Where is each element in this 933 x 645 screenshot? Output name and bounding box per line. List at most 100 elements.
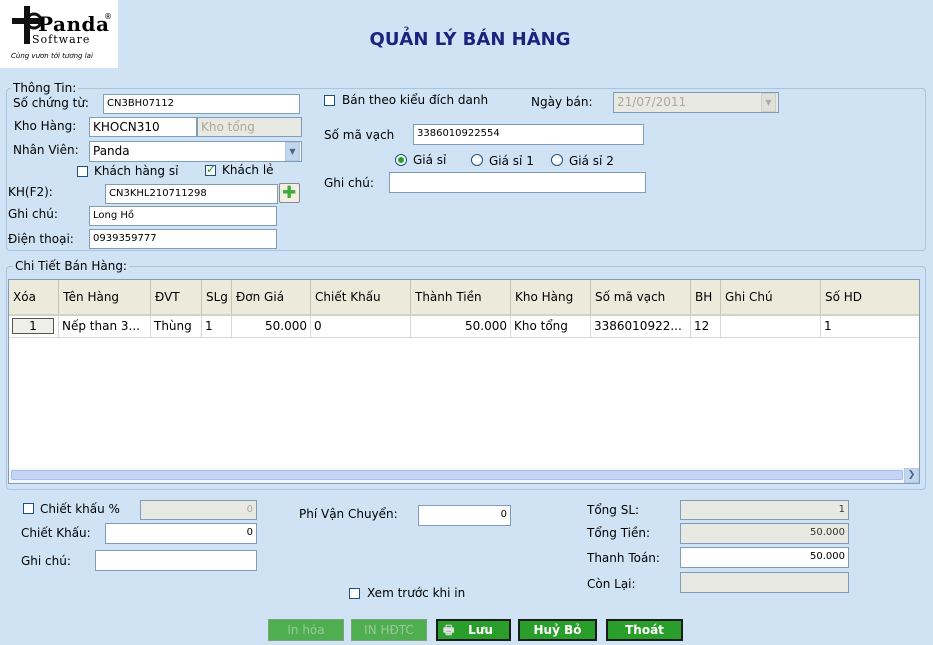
col-slg[interactable]: SLg: [202, 280, 232, 314]
ghi-chu-label: Ghi chú:: [8, 207, 58, 221]
so-ma-vach-field[interactable]: 3386010922554: [413, 124, 644, 145]
cell-chiet-khau[interactable]: 0: [311, 316, 411, 337]
thanh-toan-field[interactable]: 50.000: [680, 547, 849, 568]
grid-header: Xóa Tên Hàng ĐVT SLg Đơn Giá Chiết Khấu …: [9, 280, 919, 316]
xem-truoc-checkbox[interactable]: [349, 588, 360, 599]
radio-selected-dot: [398, 157, 404, 163]
kh-field[interactable]: CN3KHL210711298: [105, 184, 278, 204]
detail-legend: Chi Tiết Bán Hàng:: [13, 259, 129, 273]
in-hdtc-button: IN HĐTC: [351, 619, 427, 641]
gia-si-2-label: Giá sỉ 2: [569, 154, 614, 168]
col-ghi-chu[interactable]: Ghi Chú: [721, 280, 821, 314]
cell-dvt[interactable]: Thùng: [151, 316, 202, 337]
ghi-chu2-field[interactable]: [389, 172, 646, 193]
col-don-gia[interactable]: Đơn Giá: [232, 280, 311, 314]
col-so-hd[interactable]: Số HD: [821, 280, 919, 314]
cell-kho-hang[interactable]: Kho tổng: [511, 316, 591, 337]
plus-icon: ✚: [282, 183, 297, 203]
save-button-label: Lưu: [468, 623, 493, 637]
ngay-ban-field: 21/07/2011: [613, 92, 779, 113]
scrollbar-thumb[interactable]: [11, 470, 903, 480]
col-thanh-tien[interactable]: Thành Tiền: [411, 280, 511, 314]
khach-le-label: Khách lẻ: [222, 163, 274, 177]
cell-ghi-chu[interactable]: [721, 316, 821, 337]
kh-label: KH(F2):: [8, 185, 53, 199]
so-chung-tu-label: Số chứng từ:: [13, 96, 89, 110]
con-lai-label: Còn Lại:: [587, 577, 636, 591]
printer-icon: 🖶: [443, 623, 455, 637]
cell-xoa: 1: [9, 316, 59, 337]
cell-don-gia[interactable]: 50.000: [232, 316, 311, 337]
cell-so-ma-vach[interactable]: 3386010922...: [591, 316, 691, 337]
kho-hang-name-field: Kho tổng: [197, 117, 302, 137]
tong-sl-label: Tổng SL:: [587, 503, 640, 517]
ban-theo-checkbox[interactable]: [324, 95, 335, 106]
footer-ghi-chu-field[interactable]: [95, 550, 257, 571]
chiet-khau-pct-field: 0: [140, 500, 257, 520]
delete-row-button[interactable]: 1: [12, 318, 54, 334]
col-chiet-khau[interactable]: Chiết Khấu: [311, 280, 411, 314]
dien-thoai-label: Điện thoại:: [8, 232, 74, 246]
nhan-vien-select[interactable]: Panda: [89, 141, 302, 162]
check-icon: ✓: [206, 162, 217, 176]
page-title: QUẢN LÝ BÁN HÀNG: [369, 29, 571, 50]
ngay-ban-label: Ngày bán:: [531, 95, 593, 109]
col-so-ma-vach[interactable]: Số mã vạch: [591, 280, 691, 314]
gia-si-radio[interactable]: [395, 154, 407, 166]
logo-registered: ®: [104, 12, 112, 21]
cell-ten-hang[interactable]: Nếp than 3...: [59, 316, 151, 337]
tong-tien-label: Tổng Tiền:: [587, 526, 651, 540]
col-xoa[interactable]: Xóa: [9, 280, 59, 314]
col-bh[interactable]: BH: [691, 280, 721, 314]
col-kho-hang[interactable]: Kho Hàng: [511, 280, 591, 314]
so-chung-tu-field[interactable]: CN3BH07112: [103, 94, 300, 114]
phi-van-chuyen-label: Phí Vận Chuyển:: [299, 507, 398, 521]
khach-hang-si-checkbox[interactable]: [77, 166, 88, 177]
xem-truoc-label: Xem trước khi in: [367, 586, 466, 600]
cell-thanh-tien[interactable]: 50.000: [411, 316, 511, 337]
dien-thoai-field[interactable]: 0939359777: [89, 229, 277, 249]
chiet-khau-field[interactable]: 0: [105, 523, 257, 544]
phi-van-chuyen-field[interactable]: 0: [418, 505, 511, 526]
exit-button[interactable]: Thoát: [606, 619, 683, 641]
tong-tien-field: 50.000: [680, 523, 849, 544]
thanh-toan-label: Thanh Toán:: [587, 551, 660, 565]
nhan-vien-label: Nhân Viên:: [13, 143, 79, 157]
detail-grid: Xóa Tên Hàng ĐVT SLg Đơn Giá Chiết Khấu …: [8, 279, 920, 484]
ngay-ban-dropdown-icon: ▼: [761, 93, 776, 112]
kho-hang-code-field[interactable]: KHOCN310: [89, 117, 197, 137]
col-dvt[interactable]: ĐVT: [151, 280, 202, 314]
footer-ghi-chu-label: Ghi chú:: [21, 554, 71, 568]
gia-si-label: Giá sỉ: [413, 153, 447, 167]
khach-hang-si-label: Khách hàng sỉ: [94, 164, 179, 178]
con-lai-field: [680, 572, 849, 593]
info-legend: Thông Tin:: [11, 81, 79, 95]
horizontal-scrollbar[interactable]: ❯: [9, 468, 919, 483]
gia-si-1-radio[interactable]: [471, 154, 483, 166]
ghi-chu-field[interactable]: Long Hồ: [89, 206, 277, 226]
nhan-vien-value: Panda: [93, 144, 130, 158]
cancel-button[interactable]: Huỷ Bỏ: [518, 619, 597, 641]
cell-so-hd[interactable]: 1: [821, 316, 919, 337]
cell-slg[interactable]: 1: [202, 316, 232, 337]
scroll-right-icon[interactable]: ❯: [904, 468, 919, 483]
ban-theo-label: Bán theo kiểu đích danh: [342, 93, 489, 107]
nhan-vien-dropdown-icon[interactable]: ▼: [285, 142, 300, 161]
table-row[interactable]: 1 Nếp than 3... Thùng 1 50.000 0 50.000 …: [9, 316, 919, 338]
save-button[interactable]: 🖶 Lưu: [436, 619, 511, 641]
gia-si-1-label: Giá sỉ 1: [489, 154, 534, 168]
chiet-khau-pct-label: Chiết khấu %: [40, 502, 120, 516]
chiet-khau-pct-checkbox[interactable]: [23, 503, 34, 514]
logo-tagline: Cùng vươn tới tương lai: [11, 52, 93, 60]
tong-sl-field: 1: [680, 500, 849, 520]
ghi-chu2-label: Ghi chú:: [324, 176, 374, 190]
khach-le-checkbox[interactable]: ✓: [205, 162, 217, 176]
gia-si-2-radio[interactable]: [551, 154, 563, 166]
add-customer-button[interactable]: ✚: [279, 183, 300, 203]
chiet-khau-label: Chiết Khấu:: [21, 526, 91, 540]
so-ma-vach-label: Số mã vạch: [324, 128, 395, 142]
in-hoa-don-button: In hóa: [268, 619, 344, 641]
col-ten-hang[interactable]: Tên Hàng: [59, 280, 151, 314]
cell-bh[interactable]: 12: [691, 316, 721, 337]
kho-hang-label: Kho Hàng:: [14, 119, 77, 133]
